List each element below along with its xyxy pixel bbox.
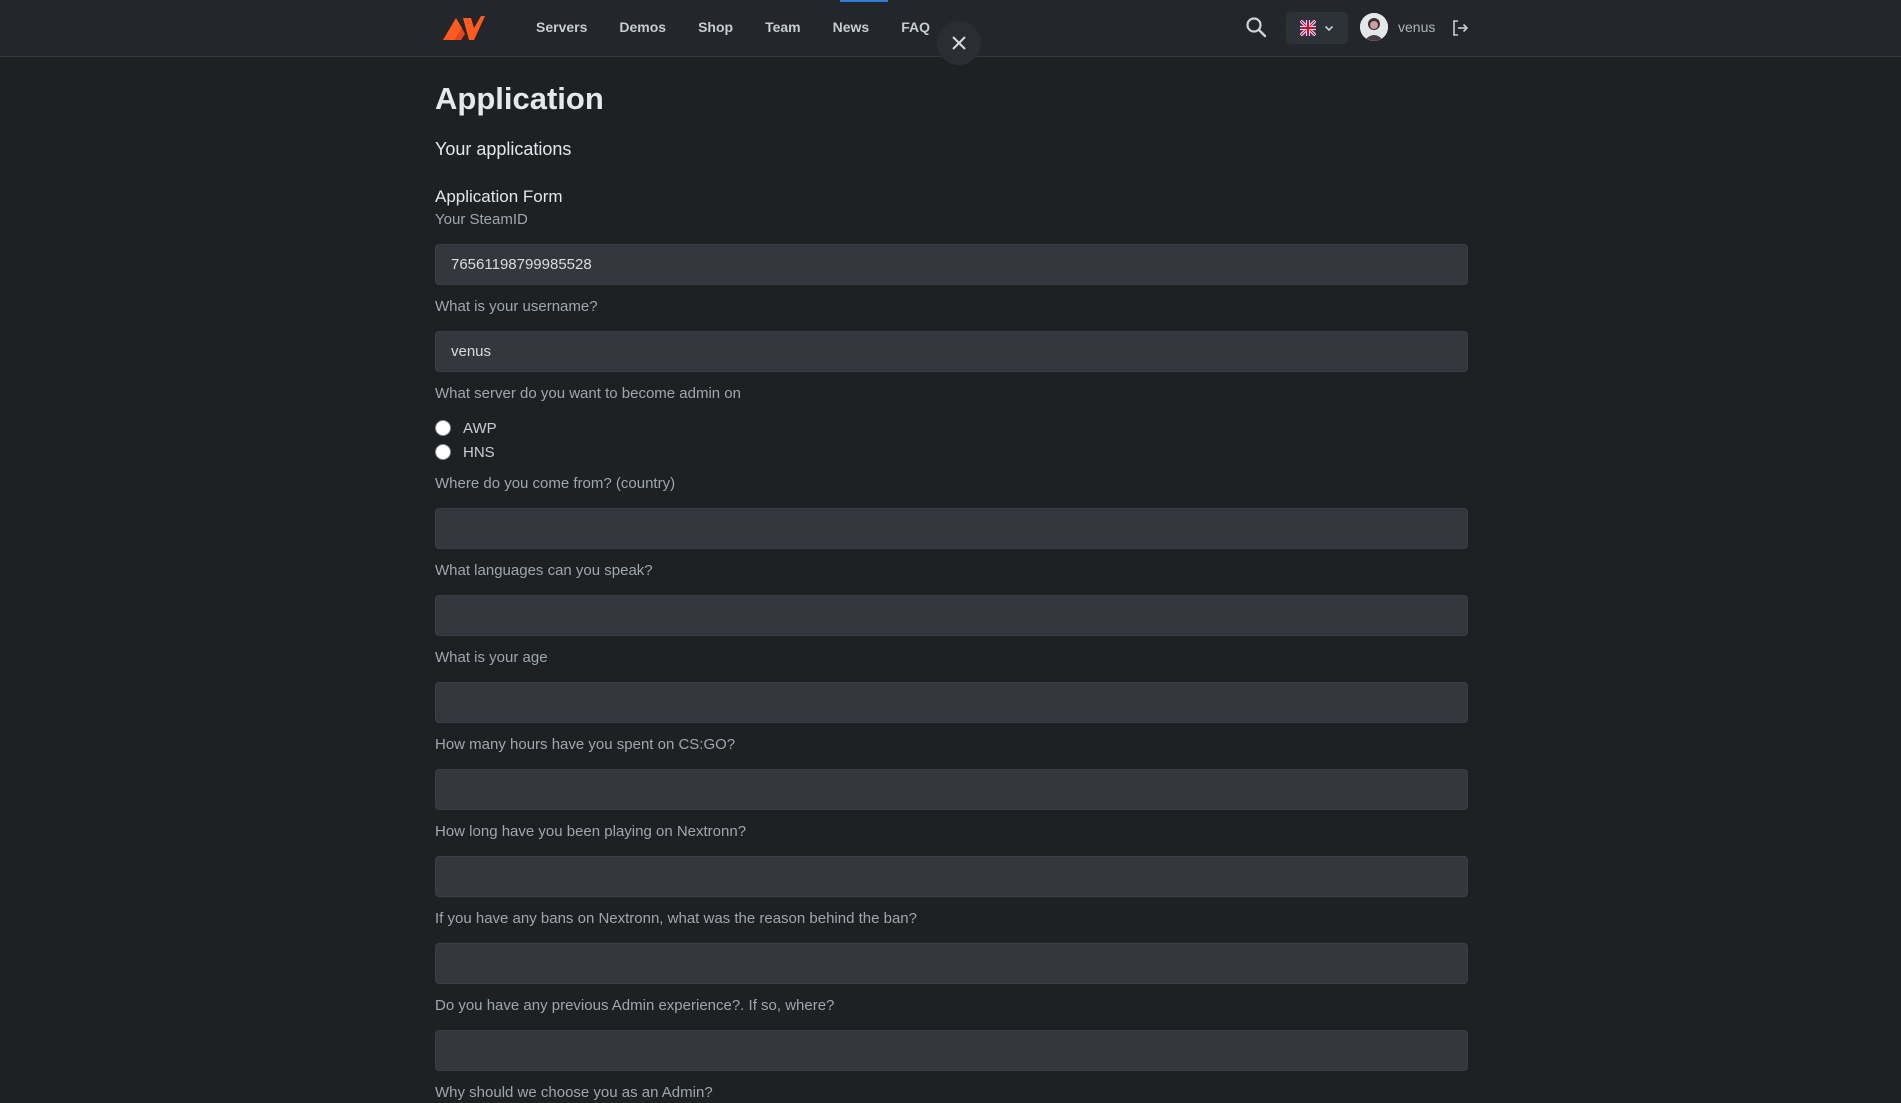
- bans-label: If you have any bans on Nextronn, what w…: [435, 910, 917, 927]
- uk-flag-icon: [1300, 20, 1316, 36]
- server-radio-group: AWP HNS: [435, 416, 1468, 464]
- steamid-field-group: Your SteamID: [435, 208, 1468, 285]
- user-menu[interactable]: venus: [1360, 13, 1435, 41]
- age-field-group: What is your age: [435, 636, 1468, 723]
- your-applications-heading: Your applications: [435, 139, 572, 159]
- nav-item-faq[interactable]: FAQ: [901, 19, 930, 35]
- radio-label: AWP: [463, 419, 497, 437]
- avatar: [1360, 13, 1388, 41]
- admin-experience-input[interactable]: [435, 1030, 1468, 1071]
- logout-icon[interactable]: [1450, 18, 1470, 38]
- country-label: Where do you come from? (country): [435, 475, 676, 492]
- username-field-group: What is your username?: [435, 285, 1468, 372]
- main-nav: Servers Demos Shop Team News FAQ: [536, 0, 962, 53]
- nav-item-servers[interactable]: Servers: [536, 19, 587, 35]
- radio-option-hns[interactable]: HNS: [435, 440, 1468, 464]
- languages-label: What languages can you speak?: [435, 562, 653, 579]
- hours-field-group: How many hours have you spent on CS:GO?: [435, 723, 1468, 810]
- radio-option-awp[interactable]: AWP: [435, 416, 1468, 440]
- experience-field-group: Do you have any previous Admin experienc…: [435, 984, 1468, 1071]
- playing-field-group: How long have you been playing on Nextro…: [435, 810, 1468, 897]
- username-label: venus: [1398, 19, 1436, 35]
- languages-field-group: What languages can you speak?: [435, 549, 1468, 636]
- bans-input[interactable]: [435, 943, 1468, 984]
- page-title: Application: [435, 81, 604, 116]
- language-selector[interactable]: [1286, 12, 1348, 44]
- nav-item-team[interactable]: Team: [765, 19, 801, 35]
- country-input[interactable]: [435, 508, 1468, 549]
- hours-label: How many hours have you spent on CS:GO?: [435, 736, 736, 753]
- close-icon: [952, 36, 966, 50]
- server-label: What server do you want to become admin …: [435, 385, 741, 402]
- steamid-label: Your SteamID: [435, 211, 528, 228]
- chevron-down-icon: [1324, 25, 1334, 32]
- playing-duration-label: How long have you been playing on Nextro…: [435, 823, 747, 840]
- application-form-heading: Application Form: [435, 187, 563, 206]
- username-input[interactable]: [435, 331, 1468, 372]
- country-field-group: Where do you come from? (country): [435, 464, 1468, 549]
- steamid-input[interactable]: [435, 244, 1468, 285]
- nav-item-demos[interactable]: Demos: [619, 19, 666, 35]
- radio-button[interactable]: [435, 420, 451, 436]
- age-label: What is your age: [435, 649, 548, 666]
- hours-input[interactable]: [435, 769, 1468, 810]
- nav-item-shop[interactable]: Shop: [698, 19, 733, 35]
- why-admin-label: Why should we choose you as an Admin?: [435, 1084, 713, 1101]
- application-page: Application Your applications Applicatio…: [435, 56, 1468, 1103]
- languages-input[interactable]: [435, 595, 1468, 636]
- radio-button[interactable]: [435, 444, 451, 460]
- site-logo[interactable]: [443, 14, 485, 42]
- bans-field-group: If you have any bans on Nextronn, what w…: [435, 897, 1468, 984]
- radio-label: HNS: [463, 443, 495, 461]
- search-icon[interactable]: [1244, 15, 1268, 39]
- admin-experience-label: Do you have any previous Admin experienc…: [435, 997, 835, 1014]
- playing-duration-input[interactable]: [435, 856, 1468, 897]
- nav-item-news[interactable]: News: [833, 19, 870, 35]
- username-label: What is your username?: [435, 298, 598, 315]
- age-input[interactable]: [435, 682, 1468, 723]
- server-field-group: What server do you want to become admin …: [435, 372, 1468, 464]
- why-field-group: Why should we choose you as an Admin?: [435, 1071, 1468, 1103]
